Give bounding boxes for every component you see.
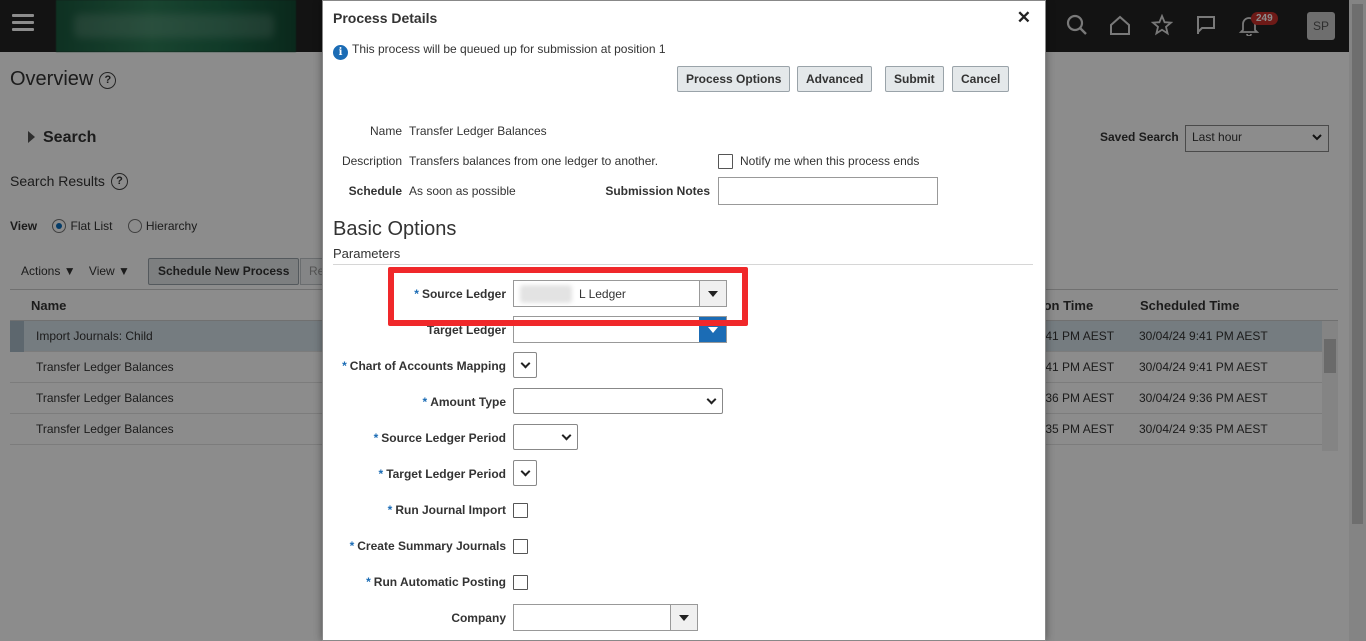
target-ledger-label: Target Ledger bbox=[426, 323, 506, 337]
run-journal-import-label: * Run Journal Import bbox=[323, 503, 506, 517]
dialog-title: Process Details bbox=[333, 10, 438, 26]
required-marker: * bbox=[373, 431, 379, 445]
advanced-button[interactable]: Advanced bbox=[797, 66, 873, 92]
target-period-label-text: Target Ledger Period bbox=[386, 467, 506, 481]
source-ledger-dropdown-button[interactable] bbox=[699, 281, 726, 306]
target-ledger-combobox[interactable] bbox=[513, 316, 727, 343]
chevron-down-icon bbox=[706, 394, 717, 405]
required-marker: * bbox=[378, 467, 384, 481]
cancel-button[interactable]: Cancel bbox=[952, 66, 1010, 92]
description-value: Transfers balances from one ledger to an… bbox=[409, 154, 659, 168]
submission-notes-label: Submission Notes bbox=[605, 184, 710, 198]
submission-notes-input[interactable] bbox=[718, 177, 938, 205]
source-period-label-text: Source Ledger Period bbox=[381, 431, 506, 445]
required-marker: * bbox=[342, 359, 347, 373]
amount-type-label: * Amount Type bbox=[323, 395, 506, 409]
amount-type-select[interactable] bbox=[513, 388, 723, 414]
source-ledger-label-text: Source Ledger bbox=[421, 287, 506, 301]
company-label: Company bbox=[451, 611, 506, 625]
required-marker: * bbox=[414, 287, 419, 301]
name-value: Transfer Ledger Balances bbox=[409, 124, 547, 138]
chevron-down-icon bbox=[520, 466, 531, 477]
required-marker: * bbox=[387, 503, 393, 517]
redacted-text bbox=[520, 285, 572, 303]
run-journal-import-checkbox[interactable] bbox=[513, 503, 528, 518]
required-marker: * bbox=[366, 575, 371, 589]
name-label: Name bbox=[369, 124, 402, 138]
coa-mapping-label-text: Chart of Accounts Mapping bbox=[349, 359, 506, 373]
process-options-button[interactable]: Process Options bbox=[677, 66, 791, 92]
source-period-label: * Source Ledger Period bbox=[323, 431, 506, 445]
coa-mapping-label: * Chart of Accounts Mapping bbox=[323, 359, 506, 373]
create-summary-label: * Create Summary Journals bbox=[323, 539, 506, 553]
create-summary-checkbox[interactable] bbox=[513, 539, 528, 554]
chevron-down-icon bbox=[520, 358, 531, 369]
section-divider bbox=[333, 264, 1033, 265]
create-summary-label-text: Create Summary Journals bbox=[357, 539, 506, 553]
chevron-down-icon bbox=[561, 430, 572, 441]
source-ledger-combobox[interactable]: L Ledger bbox=[513, 280, 727, 307]
company-combobox[interactable] bbox=[513, 604, 698, 631]
run-auto-posting-label-text: Run Automatic Posting bbox=[373, 575, 506, 589]
schedule-value: As soon as possible bbox=[409, 184, 516, 198]
run-journal-import-label-text: Run Journal Import bbox=[395, 503, 506, 517]
queue-info-message: i This process will be queued up for subm… bbox=[333, 42, 666, 60]
run-auto-posting-checkbox[interactable] bbox=[513, 575, 528, 590]
info-icon: i bbox=[333, 45, 348, 60]
basic-options-heading: Basic Options bbox=[333, 218, 457, 240]
required-marker: * bbox=[422, 395, 428, 409]
required-marker: * bbox=[349, 539, 355, 553]
submit-button[interactable]: Submit bbox=[885, 66, 944, 92]
notify-checkbox[interactable] bbox=[718, 154, 733, 169]
notify-label: Notify me when this process ends bbox=[740, 154, 920, 168]
process-details-dialog: Process Details ✕ i This process will be … bbox=[322, 0, 1046, 641]
source-ledger-value: L Ledger bbox=[579, 287, 626, 301]
target-ledger-dropdown-button[interactable] bbox=[699, 317, 726, 342]
queue-info-text: This process will be queued up for submi… bbox=[352, 42, 666, 56]
amount-type-label-text: Amount Type bbox=[430, 395, 506, 409]
run-auto-posting-label: * Run Automatic Posting bbox=[323, 575, 506, 589]
source-period-select[interactable] bbox=[513, 424, 578, 450]
coa-mapping-select[interactable] bbox=[513, 352, 537, 378]
close-icon[interactable]: ✕ bbox=[1017, 8, 1031, 28]
target-period-select[interactable] bbox=[513, 460, 537, 486]
company-dropdown-button[interactable] bbox=[670, 605, 697, 630]
parameters-heading: Parameters bbox=[333, 246, 401, 261]
target-period-label: * Target Ledger Period bbox=[323, 467, 506, 481]
source-ledger-label: * Source Ledger bbox=[323, 287, 506, 301]
description-label: Description bbox=[341, 154, 402, 168]
schedule-label: Schedule bbox=[348, 184, 402, 198]
